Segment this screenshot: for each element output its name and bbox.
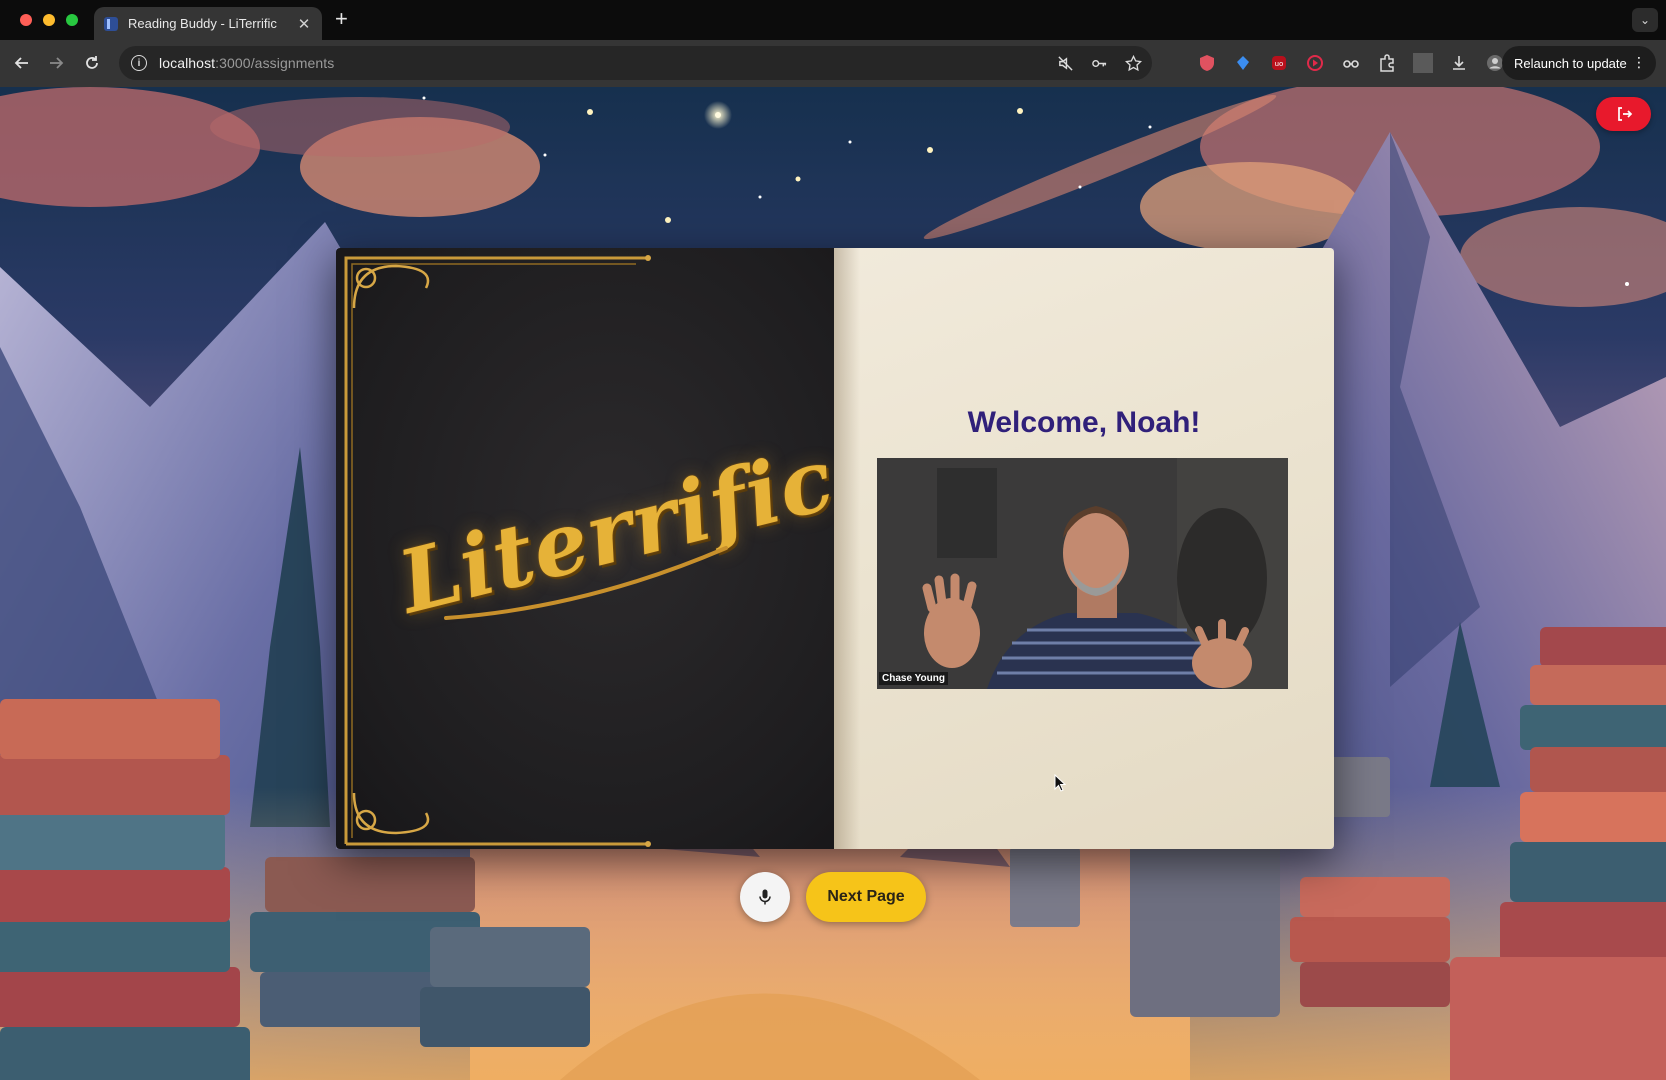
participant-video-frame [877, 458, 1288, 689]
book-right-page: Welcome, Noah! Chase Young [834, 248, 1334, 849]
shield-extension-icon[interactable] [1197, 53, 1217, 73]
logout-icon [1617, 107, 1632, 121]
microphone-icon [759, 889, 771, 905]
forward-arrow-icon[interactable] [46, 53, 66, 73]
tab-close-icon[interactable]: ✕ [296, 15, 312, 33]
participant-name-label: Chase Young [879, 672, 948, 685]
glasses-extension-icon[interactable] [1341, 53, 1361, 73]
download-icon[interactable] [1449, 53, 1469, 73]
address-bar[interactable]: i localhost:3000/assignments [119, 46, 1152, 80]
logout-button[interactable] [1596, 97, 1651, 131]
reload-icon[interactable] [82, 53, 102, 73]
record-extension-icon[interactable] [1305, 53, 1325, 73]
maximize-window-button[interactable] [66, 13, 78, 26]
audio-muted-icon[interactable] [1056, 54, 1074, 72]
url-text: localhost:3000/assignments [159, 55, 335, 71]
storybook: Literrific Welcome, Noah! Chase Young [336, 248, 1334, 849]
browser-tab-active[interactable]: Reading Buddy - LiTerrific ✕ [94, 7, 322, 40]
relaunch-label: Relaunch to update [1514, 55, 1627, 71]
puzzle-extensions-icon[interactable] [1377, 53, 1397, 73]
toolbar-divider [1413, 53, 1433, 73]
relaunch-to-update-button[interactable]: Relaunch to update ⋮ [1502, 46, 1656, 80]
diamond-extension-icon[interactable] [1233, 53, 1253, 73]
svg-text:uo: uo [1275, 60, 1284, 68]
browser-toolbar: i localhost:3000/assignments uo Relaunch… [0, 40, 1666, 87]
new-tab-icon[interactable]: + [335, 8, 348, 30]
bookmark-star-icon[interactable] [1124, 54, 1142, 72]
back-arrow-icon[interactable] [12, 53, 32, 73]
browser-titlebar: Reading Buddy - LiTerrific ✕ + ⌄ [0, 0, 1666, 40]
welcome-heading: Welcome, Noah! [967, 406, 1201, 439]
video-call-feed[interactable]: Chase Young [877, 458, 1288, 689]
site-favicon-icon [104, 16, 118, 31]
ublock-extension-icon[interactable]: uo [1269, 53, 1289, 73]
site-info-icon[interactable]: i [131, 55, 147, 71]
minimize-window-button[interactable] [43, 13, 55, 26]
microphone-button[interactable] [740, 872, 790, 922]
tab-search-chevron-icon[interactable]: ⌄ [1632, 8, 1658, 32]
mouse-cursor-icon [1054, 774, 1066, 792]
page-viewport: Literrific Welcome, Noah! Chase Young Ne… [0, 87, 1666, 1080]
logo-swash-decoration [444, 546, 728, 620]
tab-title: Reading Buddy - LiTerrific [128, 16, 277, 31]
password-key-icon[interactable] [1090, 54, 1108, 72]
more-menu-icon[interactable]: ⋮ [1632, 55, 1646, 69]
book-cover: Literrific [336, 248, 844, 849]
close-window-button[interactable] [20, 13, 32, 26]
next-page-button[interactable]: Next Page [806, 872, 926, 922]
window-controls [20, 13, 78, 26]
